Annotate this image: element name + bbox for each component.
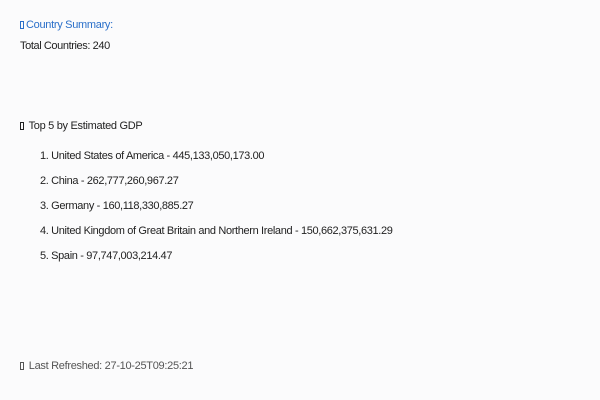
gdp-list-item: 5. Spain - 97,747,003,214.47 [40, 250, 173, 262]
gdp-list-item: 4. United Kingdom of Great Britain and N… [40, 225, 393, 237]
gdp-box-icon [20, 122, 24, 130]
summary-box-icon [20, 21, 24, 29]
gdp-heading-label: Top 5 by Estimated GDP [28, 120, 143, 132]
gdp-list: 1. United States of America - 445,133,05… [40, 150, 393, 275]
last-refreshed-label: Last Refreshed: 27-10-25T09:25:21 [28, 360, 194, 372]
country-summary-title: Country Summary: [20, 19, 113, 31]
gdp-list-item: 2. China - 262,777,260,967.27 [40, 175, 179, 187]
country-summary-label: Country Summary: [26, 19, 113, 31]
last-refreshed: Last Refreshed: 27-10-25T09:25:21 [20, 360, 193, 372]
gdp-list-item: 1. United States of America - 445,133,05… [40, 150, 265, 162]
gdp-list-item: 3. Germany - 160,118,330,885.27 [40, 200, 194, 212]
refresh-box-icon [20, 362, 24, 370]
gdp-heading: Top 5 by Estimated GDP [20, 120, 143, 132]
total-countries: Total Countries: 240 [20, 40, 110, 52]
